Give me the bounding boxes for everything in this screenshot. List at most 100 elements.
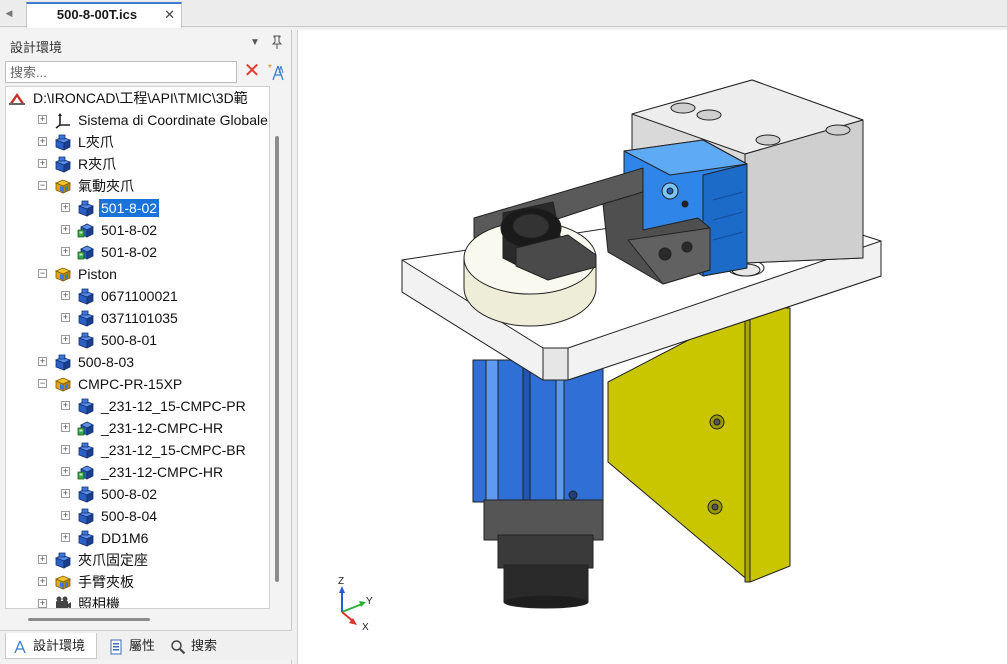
svg-text:*: * bbox=[268, 63, 272, 74]
tree-row[interactable]: + 手臂夾板 bbox=[6, 571, 269, 593]
tree-row[interactable]: + DD1M6 bbox=[6, 527, 269, 549]
tree-row[interactable]: − Piston bbox=[6, 263, 269, 285]
tab-properties[interactable]: 屬性 bbox=[102, 633, 160, 659]
tree-item-label: 500-8-01 bbox=[101, 332, 158, 348]
tree-row[interactable]: + _231-12-CMPC-HR bbox=[6, 417, 269, 439]
scene-tree-icon bbox=[12, 638, 28, 654]
tree-item-label: 手臂夾板 bbox=[78, 574, 134, 590]
tree-item-label: _231-12_15-CMPC-BR bbox=[101, 442, 246, 458]
tree-horizontal-scrollbar[interactable] bbox=[28, 618, 150, 621]
coordinate-axes-icon bbox=[54, 111, 72, 129]
expand-icon[interactable]: + bbox=[61, 423, 70, 432]
part-icon bbox=[77, 331, 95, 349]
expand-icon[interactable]: + bbox=[61, 401, 70, 410]
tree-row[interactable]: +0371101035 bbox=[6, 307, 269, 329]
axis-y-label: Y bbox=[366, 596, 373, 607]
scene-browser-panel: 設計環境 ▼ ✕ * D:\IRONCAD\工程\API\TMIC\3D範 + Si… bbox=[0, 30, 292, 664]
model-render bbox=[401, 79, 882, 609]
app-window: ◀ 500-8-00T.ics ✕ 設計環境 ▼ ✕ * D:\I bbox=[0, 0, 1007, 664]
expand-icon[interactable]: + bbox=[38, 577, 47, 586]
tree-item-label: 500-8-02 bbox=[101, 486, 158, 502]
tree-row[interactable]: + _231-12_15-CMPC-BR bbox=[6, 439, 269, 461]
tree-row[interactable]: + Sistema di Coordinate Globale bbox=[6, 109, 269, 131]
tab-scene-browser[interactable]: 設計環境 bbox=[5, 633, 97, 659]
search-input[interactable] bbox=[5, 61, 237, 83]
expand-icon[interactable]: + bbox=[61, 445, 70, 454]
expand-icon[interactable]: + bbox=[61, 291, 70, 300]
tab-label: 設計環境 bbox=[33, 638, 86, 653]
document-tab[interactable]: 500-8-00T.ics ✕ bbox=[26, 2, 182, 28]
tree-item-label: 0371101035 bbox=[101, 310, 178, 326]
expand-icon[interactable]: + bbox=[38, 159, 47, 168]
search-row: ✕ * bbox=[5, 61, 290, 83]
tab-search[interactable]: 搜索 bbox=[164, 633, 228, 659]
3d-viewport[interactable]: Z Y X bbox=[297, 30, 1007, 664]
expand-icon[interactable]: + bbox=[61, 489, 70, 498]
tree-row[interactable]: +501-8-02 bbox=[6, 197, 269, 219]
tree-row[interactable]: + _231-12_15-CMPC-PR bbox=[6, 395, 269, 417]
part-icon bbox=[77, 485, 95, 503]
expand-icon[interactable]: + bbox=[38, 137, 47, 146]
tree-row[interactable]: +0671100021 bbox=[6, 285, 269, 307]
assembly-icon bbox=[54, 573, 72, 591]
tree-row[interactable]: +501-8-02 bbox=[6, 219, 269, 241]
tree-row[interactable]: +500-8-04 bbox=[6, 505, 269, 527]
expand-icon[interactable]: + bbox=[61, 511, 70, 520]
tree-row[interactable]: + 照相機 bbox=[6, 593, 269, 609]
part-icon bbox=[54, 551, 72, 569]
clear-search-icon[interactable]: ✕ bbox=[241, 61, 263, 83]
pin-icon[interactable] bbox=[271, 35, 283, 52]
tree-row[interactable]: − CMPC-PR-15XP bbox=[6, 373, 269, 395]
expand-icon[interactable]: + bbox=[61, 467, 70, 476]
expand-icon[interactable]: + bbox=[38, 357, 47, 366]
filter-icon[interactable]: * bbox=[267, 61, 289, 83]
part-link-icon bbox=[77, 221, 95, 239]
expand-icon[interactable]: + bbox=[61, 335, 70, 344]
panel-menu-dropdown-icon[interactable]: ▼ bbox=[250, 37, 260, 48]
tree-item-label: Piston bbox=[78, 266, 117, 282]
tree-row[interactable]: +501-8-02 bbox=[6, 241, 269, 263]
tree-item-label: 照相機 bbox=[78, 596, 120, 609]
document-tab-strip: ◀ 500-8-00T.ics ✕ bbox=[0, 0, 1007, 28]
tree-row[interactable]: − 氣動夾爪 bbox=[6, 175, 269, 197]
part-icon bbox=[77, 199, 95, 217]
tree-item-label: D:\IRONCAD\工程\API\TMIC\3D範 bbox=[33, 90, 248, 106]
collapse-icon[interactable]: − bbox=[38, 379, 47, 388]
tree-row[interactable]: + L夾爪 bbox=[6, 131, 269, 153]
expand-icon[interactable]: + bbox=[38, 599, 47, 608]
tree-row[interactable]: + 夾爪固定座 bbox=[6, 549, 269, 571]
assembly-icon bbox=[54, 265, 72, 283]
tree-row[interactable]: +500-8-01 bbox=[6, 329, 269, 351]
tree-root-row[interactable]: D:\IRONCAD\工程\API\TMIC\3D範 bbox=[6, 87, 269, 109]
collapse-icon[interactable]: − bbox=[38, 181, 47, 190]
tree-item-label: _231-12-CMPC-HR bbox=[101, 464, 224, 480]
axis-x-label: X bbox=[362, 622, 369, 633]
tree-vertical-scrollbar[interactable] bbox=[275, 136, 279, 582]
camera-icon bbox=[54, 595, 72, 608]
tree-item-label: DD1M6 bbox=[101, 530, 149, 546]
expand-icon[interactable]: + bbox=[61, 203, 70, 212]
tree-item-label: 500-8-04 bbox=[101, 508, 158, 524]
assembly-icon bbox=[54, 375, 72, 393]
collapse-icon[interactable]: − bbox=[38, 269, 47, 278]
expand-icon[interactable]: + bbox=[38, 115, 47, 124]
part-icon bbox=[54, 155, 72, 173]
expand-icon[interactable]: + bbox=[61, 247, 70, 256]
tree-item-label: 501-8-02 bbox=[99, 199, 160, 217]
part-icon bbox=[77, 441, 95, 459]
tree-row[interactable]: + R夾爪 bbox=[6, 153, 269, 175]
expand-icon[interactable]: + bbox=[38, 555, 47, 564]
tab-scroll-left-icon[interactable]: ◀ bbox=[2, 6, 16, 20]
close-tab-icon[interactable]: ✕ bbox=[164, 7, 175, 23]
tree-row[interactable]: +500-8-02 bbox=[6, 483, 269, 505]
tree-row[interactable]: + _231-12-CMPC-HR bbox=[6, 461, 269, 483]
expand-icon[interactable]: + bbox=[61, 533, 70, 542]
expand-icon[interactable]: + bbox=[61, 225, 70, 234]
panel-bottom-tabs: 設計環境 屬性 搜索 bbox=[0, 630, 292, 660]
tree-item-label: _231-12_15-CMPC-PR bbox=[101, 398, 246, 414]
expand-icon[interactable]: + bbox=[61, 313, 70, 322]
tree-row[interactable]: +500-8-03 bbox=[6, 351, 269, 373]
scene-tree[interactable]: D:\IRONCAD\工程\API\TMIC\3D範 + Sistema di Co… bbox=[5, 86, 270, 609]
part-icon bbox=[77, 529, 95, 547]
assembly-icon bbox=[54, 177, 72, 195]
